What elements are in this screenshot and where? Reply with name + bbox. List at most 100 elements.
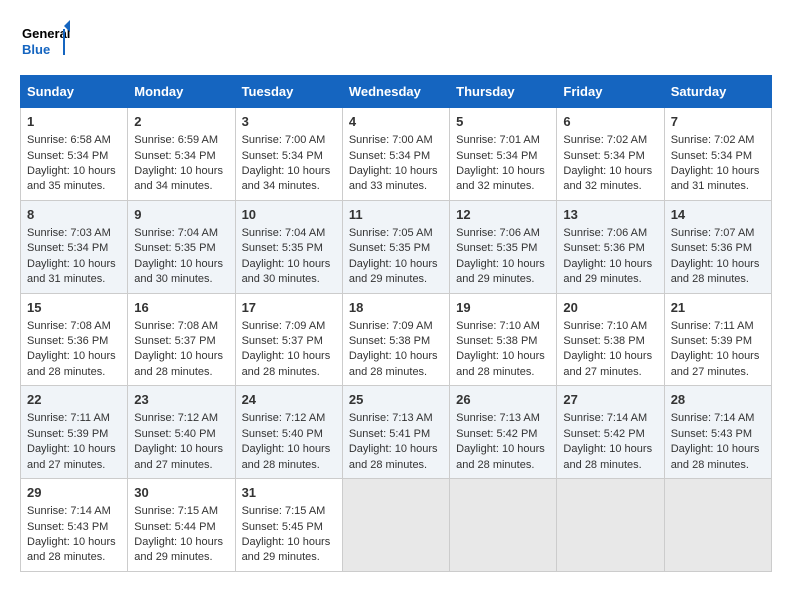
- day-number: 31: [242, 484, 336, 502]
- day-number: 1: [27, 113, 121, 131]
- day-number: 14: [671, 206, 765, 224]
- sunset: Sunset: 5:40 PM: [134, 428, 215, 440]
- calendar-cell: 23Sunrise: 7:12 AMSunset: 5:40 PMDayligh…: [128, 386, 235, 479]
- col-header-saturday: Saturday: [664, 76, 771, 108]
- calendar-cell: 18Sunrise: 7:09 AMSunset: 5:38 PMDayligh…: [342, 293, 449, 386]
- sunrise: Sunrise: 7:10 AM: [563, 320, 647, 332]
- sunrise: Sunrise: 7:14 AM: [563, 412, 647, 424]
- calendar-cell: 20Sunrise: 7:10 AMSunset: 5:38 PMDayligh…: [557, 293, 664, 386]
- logo: General Blue: [20, 20, 70, 65]
- daylight: Daylight: 10 hours and 34 minutes.: [134, 165, 223, 192]
- calendar-cell: 29Sunrise: 7:14 AMSunset: 5:43 PMDayligh…: [21, 479, 128, 572]
- sunrise: Sunrise: 7:00 AM: [242, 134, 326, 146]
- calendar-cell: 25Sunrise: 7:13 AMSunset: 5:41 PMDayligh…: [342, 386, 449, 479]
- calendar-cell: 11Sunrise: 7:05 AMSunset: 5:35 PMDayligh…: [342, 200, 449, 293]
- sunset: Sunset: 5:34 PM: [456, 150, 537, 162]
- col-header-wednesday: Wednesday: [342, 76, 449, 108]
- calendar-cell: [450, 479, 557, 572]
- sunrise: Sunrise: 7:13 AM: [456, 412, 540, 424]
- daylight: Daylight: 10 hours and 28 minutes.: [27, 536, 116, 563]
- calendar-cell: 21Sunrise: 7:11 AMSunset: 5:39 PMDayligh…: [664, 293, 771, 386]
- svg-text:General: General: [22, 26, 70, 41]
- calendar-cell: 24Sunrise: 7:12 AMSunset: 5:40 PMDayligh…: [235, 386, 342, 479]
- calendar-table: SundayMondayTuesdayWednesdayThursdayFrid…: [20, 75, 772, 572]
- calendar-cell: 28Sunrise: 7:14 AMSunset: 5:43 PMDayligh…: [664, 386, 771, 479]
- sunset: Sunset: 5:34 PM: [671, 150, 752, 162]
- sunset: Sunset: 5:36 PM: [27, 335, 108, 347]
- sunrise: Sunrise: 6:59 AM: [134, 134, 218, 146]
- sunset: Sunset: 5:43 PM: [671, 428, 752, 440]
- daylight: Daylight: 10 hours and 35 minutes.: [27, 165, 116, 192]
- calendar-cell: 26Sunrise: 7:13 AMSunset: 5:42 PMDayligh…: [450, 386, 557, 479]
- calendar-cell: 31Sunrise: 7:15 AMSunset: 5:45 PMDayligh…: [235, 479, 342, 572]
- sunrise: Sunrise: 7:06 AM: [563, 227, 647, 239]
- calendar-cell: 19Sunrise: 7:10 AMSunset: 5:38 PMDayligh…: [450, 293, 557, 386]
- calendar-cell: 10Sunrise: 7:04 AMSunset: 5:35 PMDayligh…: [235, 200, 342, 293]
- sunset: Sunset: 5:37 PM: [134, 335, 215, 347]
- daylight: Daylight: 10 hours and 32 minutes.: [456, 165, 545, 192]
- calendar-cell: 5Sunrise: 7:01 AMSunset: 5:34 PMDaylight…: [450, 108, 557, 201]
- daylight: Daylight: 10 hours and 29 minutes.: [563, 258, 652, 285]
- daylight: Daylight: 10 hours and 29 minutes.: [242, 536, 331, 563]
- col-header-friday: Friday: [557, 76, 664, 108]
- daylight: Daylight: 10 hours and 34 minutes.: [242, 165, 331, 192]
- sunset: Sunset: 5:35 PM: [134, 242, 215, 254]
- daylight: Daylight: 10 hours and 31 minutes.: [27, 258, 116, 285]
- daylight: Daylight: 10 hours and 29 minutes.: [134, 536, 223, 563]
- sunset: Sunset: 5:43 PM: [27, 521, 108, 533]
- day-number: 9: [134, 206, 228, 224]
- day-number: 3: [242, 113, 336, 131]
- sunrise: Sunrise: 7:03 AM: [27, 227, 111, 239]
- sunrise: Sunrise: 7:14 AM: [671, 412, 755, 424]
- page-header: General Blue: [20, 20, 772, 65]
- daylight: Daylight: 10 hours and 28 minutes.: [242, 350, 331, 377]
- calendar-cell: 6Sunrise: 7:02 AMSunset: 5:34 PMDaylight…: [557, 108, 664, 201]
- day-number: 6: [563, 113, 657, 131]
- day-number: 5: [456, 113, 550, 131]
- sunrise: Sunrise: 7:12 AM: [134, 412, 218, 424]
- calendar-cell: 17Sunrise: 7:09 AMSunset: 5:37 PMDayligh…: [235, 293, 342, 386]
- sunset: Sunset: 5:34 PM: [134, 150, 215, 162]
- sunrise: Sunrise: 7:10 AM: [456, 320, 540, 332]
- calendar-cell: [664, 479, 771, 572]
- sunset: Sunset: 5:40 PM: [242, 428, 323, 440]
- day-number: 16: [134, 299, 228, 317]
- day-number: 21: [671, 299, 765, 317]
- day-number: 15: [27, 299, 121, 317]
- daylight: Daylight: 10 hours and 28 minutes.: [671, 443, 760, 470]
- daylight: Daylight: 10 hours and 28 minutes.: [27, 350, 116, 377]
- calendar-cell: [342, 479, 449, 572]
- sunset: Sunset: 5:36 PM: [671, 242, 752, 254]
- calendar-cell: 2Sunrise: 6:59 AMSunset: 5:34 PMDaylight…: [128, 108, 235, 201]
- calendar-cell: 13Sunrise: 7:06 AMSunset: 5:36 PMDayligh…: [557, 200, 664, 293]
- sunrise: Sunrise: 7:15 AM: [134, 505, 218, 517]
- day-number: 20: [563, 299, 657, 317]
- day-number: 17: [242, 299, 336, 317]
- sunrise: Sunrise: 7:02 AM: [671, 134, 755, 146]
- day-number: 10: [242, 206, 336, 224]
- daylight: Daylight: 10 hours and 29 minutes.: [349, 258, 438, 285]
- sunrise: Sunrise: 7:13 AM: [349, 412, 433, 424]
- col-header-tuesday: Tuesday: [235, 76, 342, 108]
- sunrise: Sunrise: 7:09 AM: [349, 320, 433, 332]
- calendar-cell: 14Sunrise: 7:07 AMSunset: 5:36 PMDayligh…: [664, 200, 771, 293]
- calendar-cell: 27Sunrise: 7:14 AMSunset: 5:42 PMDayligh…: [557, 386, 664, 479]
- sunset: Sunset: 5:36 PM: [563, 242, 644, 254]
- calendar-cell: 30Sunrise: 7:15 AMSunset: 5:44 PMDayligh…: [128, 479, 235, 572]
- sunset: Sunset: 5:42 PM: [456, 428, 537, 440]
- day-number: 4: [349, 113, 443, 131]
- sunrise: Sunrise: 7:04 AM: [242, 227, 326, 239]
- daylight: Daylight: 10 hours and 27 minutes.: [134, 443, 223, 470]
- sunrise: Sunrise: 7:06 AM: [456, 227, 540, 239]
- col-header-thursday: Thursday: [450, 76, 557, 108]
- day-number: 26: [456, 391, 550, 409]
- sunset: Sunset: 5:44 PM: [134, 521, 215, 533]
- sunrise: Sunrise: 7:02 AM: [563, 134, 647, 146]
- svg-text:Blue: Blue: [22, 42, 50, 57]
- sunset: Sunset: 5:34 PM: [27, 242, 108, 254]
- day-number: 7: [671, 113, 765, 131]
- daylight: Daylight: 10 hours and 30 minutes.: [134, 258, 223, 285]
- sunrise: Sunrise: 7:04 AM: [134, 227, 218, 239]
- day-number: 8: [27, 206, 121, 224]
- sunset: Sunset: 5:35 PM: [456, 242, 537, 254]
